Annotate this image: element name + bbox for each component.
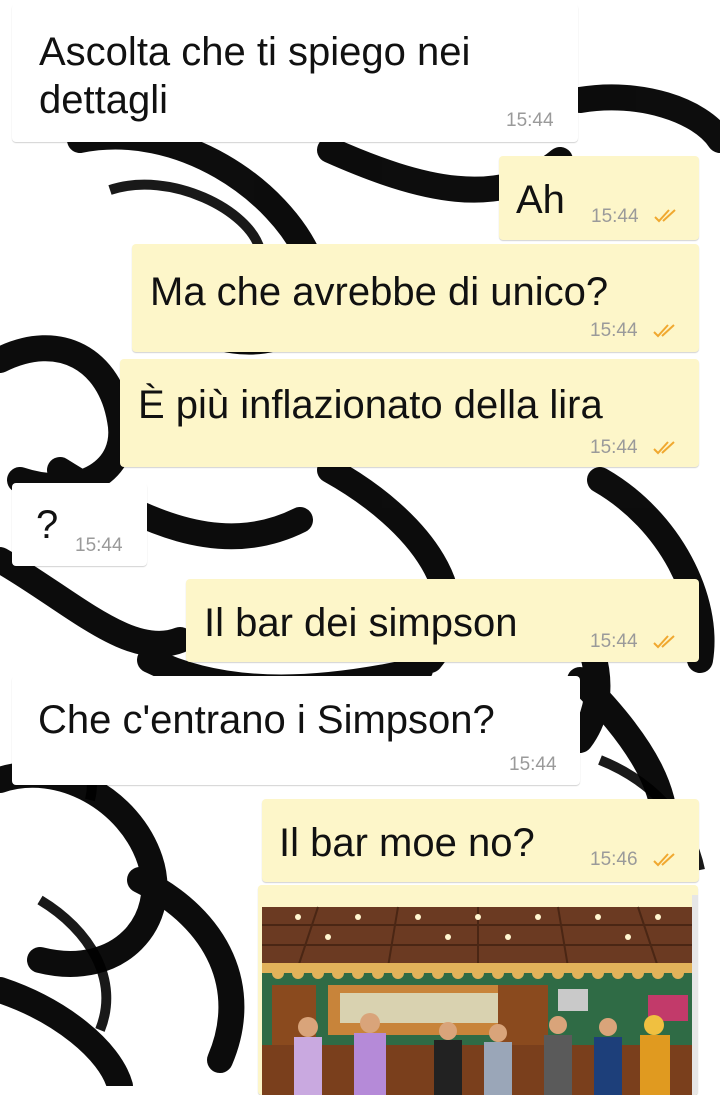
message-text: Ah <box>516 178 565 222</box>
message-text: Ascolta che ti spiego nei dettagli <box>39 30 471 122</box>
message-text: Che c'entrano i Simpson? <box>38 698 495 742</box>
message-bubble-outgoing[interactable]: Il bar moe no? 15:46 <box>262 799 699 882</box>
message-bubble-outgoing[interactable]: Il bar dei simpson 15:44 <box>186 579 699 662</box>
read-ticks-icon <box>653 441 675 455</box>
message-time: 15:44 <box>591 206 639 227</box>
message-text: Il bar dei simpson <box>204 601 518 645</box>
message-bubble-outgoing[interactable]: Ah 15:44 <box>499 156 699 240</box>
photo-message[interactable] <box>258 885 698 1095</box>
bar-interior-photo-icon <box>258 885 698 1095</box>
message-bubble-incoming[interactable]: ? 15:44 <box>12 483 147 566</box>
message-bubble-outgoing[interactable]: Ma che avrebbe di unico? 15:44 <box>132 244 699 352</box>
message-time: 15:44 <box>506 110 554 131</box>
message-text: È più inflazionato della lira <box>138 383 603 427</box>
message-text: Ma che avrebbe di unico? <box>150 270 609 314</box>
message-time: 15:44 <box>590 631 638 652</box>
read-ticks-icon <box>653 635 675 649</box>
read-ticks-icon <box>653 324 675 338</box>
message-text: Il bar moe no? <box>279 821 535 865</box>
message-time: 15:44 <box>590 320 638 341</box>
message-time: 15:46 <box>590 849 638 870</box>
read-ticks-icon <box>653 853 675 867</box>
message-bubble-incoming[interactable]: Ascolta che ti spiego nei dettagli 15:44 <box>12 4 578 142</box>
message-time: 15:44 <box>590 437 638 458</box>
read-ticks-icon <box>654 209 676 223</box>
message-bubble-outgoing[interactable]: È più inflazionato della lira 15:44 <box>120 359 699 467</box>
message-time: 15:44 <box>509 754 557 775</box>
message-text: ? <box>36 503 59 547</box>
message-bubble-incoming[interactable]: Che c'entrano i Simpson? 15:44 <box>12 676 580 785</box>
message-time: 15:44 <box>75 535 123 556</box>
